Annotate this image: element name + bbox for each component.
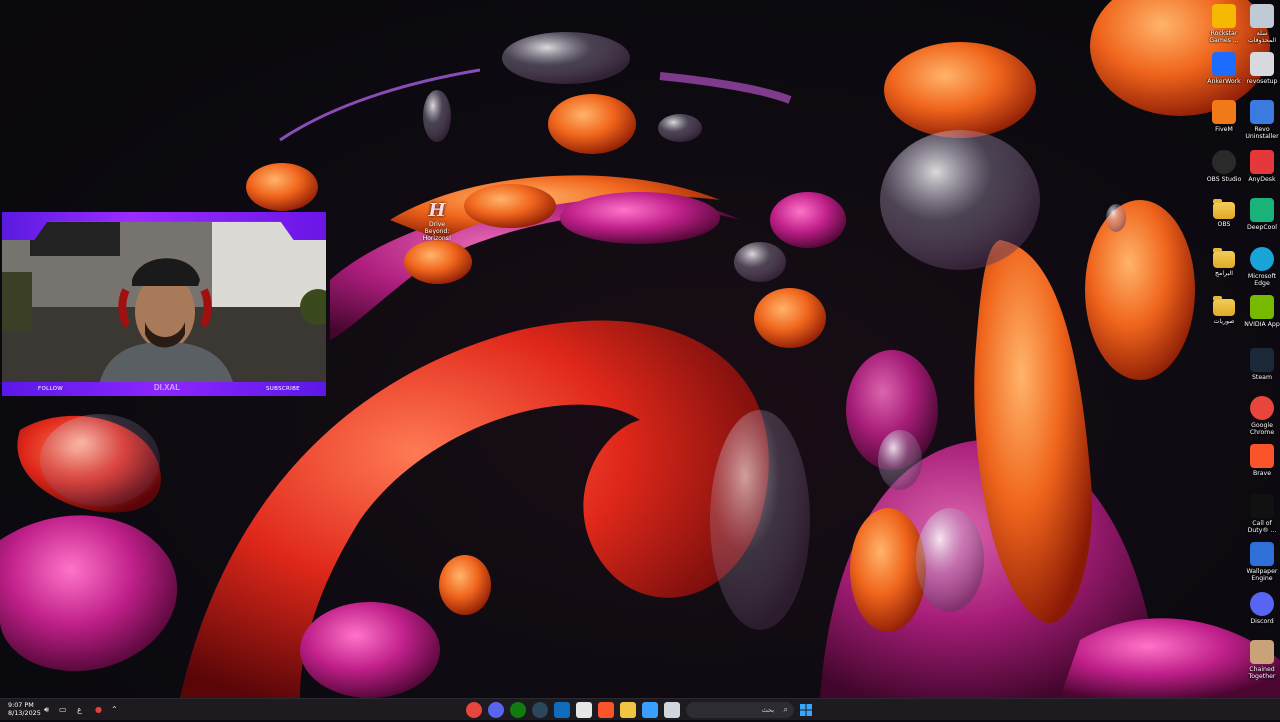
- desktop-icon-deepcool[interactable]: DeepCool: [1242, 198, 1280, 250]
- desktop-icon-label: AnkerWork: [1207, 78, 1241, 85]
- folder-icon: [1213, 296, 1235, 316]
- desktop-icon-label: سلة المحذوفات: [1247, 30, 1277, 44]
- desktop-icon-ankerwork[interactable]: AnkerWork: [1204, 52, 1244, 104]
- desktop-icon-label: Discord: [1250, 618, 1274, 625]
- desktop-icon-label: Wallpaper Engine: [1246, 568, 1278, 582]
- taskbar-steam-icon[interactable]: [532, 702, 548, 718]
- desktop-icon-nvidia[interactable]: NVIDIA App: [1242, 295, 1280, 347]
- desktop-icon-discord[interactable]: Discord: [1242, 592, 1280, 644]
- network-icon[interactable]: ▭: [59, 702, 67, 718]
- taskbar-file-explorer-icon[interactable]: [620, 702, 636, 718]
- desktop: H Drive Beyond: Horizons! Rockstar Games…: [0, 0, 1280, 698]
- desktop-icon-label: صوريات: [1213, 318, 1235, 325]
- hidden-icons-chevron-icon[interactable]: ⌃: [111, 702, 118, 718]
- desktop-icon-label: Microsoft Edge: [1247, 273, 1277, 287]
- desktop-icon-label: AnyDesk: [1248, 176, 1276, 183]
- clock-time: 9:07 PM: [8, 701, 34, 709]
- desktop-icon-chrome[interactable]: Google Chrome: [1242, 396, 1280, 448]
- desktop-icon-label: FiveM: [1215, 126, 1233, 133]
- revo-uninstaller-icon: [1250, 100, 1274, 124]
- fivem-icon: [1212, 100, 1236, 124]
- desktop-icon-obs[interactable]: OBS Studio: [1204, 150, 1244, 202]
- taskbar-discord-icon[interactable]: [488, 702, 504, 718]
- desktop-icon-folder[interactable]: البرامج: [1204, 247, 1244, 299]
- desktop-icon-revo-setup[interactable]: revosetup: [1242, 52, 1280, 104]
- taskbar-chrome-icon[interactable]: [466, 702, 482, 718]
- anydesk-icon: [1250, 150, 1274, 174]
- windows-logo-icon: [800, 704, 812, 716]
- taskbar-calendar-icon[interactable]: [576, 702, 592, 718]
- desktop-icon-steam[interactable]: Steam: [1242, 348, 1280, 400]
- desktop-icon-label: NVIDIA App: [1244, 321, 1280, 328]
- deepcool-icon: [1250, 198, 1274, 222]
- desktop-icon-recycle-bin[interactable]: سلة المحذوفات: [1242, 4, 1280, 56]
- desktop-icon-edge[interactable]: Microsoft Edge: [1242, 247, 1280, 299]
- desktop-icon-wallpaper-engine[interactable]: Wallpaper Engine: [1242, 542, 1280, 594]
- streamer-name: DI.XAL: [153, 383, 181, 392]
- folder-icon: [1213, 248, 1235, 268]
- game-shortcut-label: Drive Beyond: Horizons!: [422, 221, 452, 242]
- search-box[interactable]: بحث ⌕: [686, 702, 794, 718]
- desktop-icon-brave[interactable]: Brave: [1242, 444, 1280, 496]
- taskbar-brave-icon[interactable]: [598, 702, 614, 718]
- desktop-icon-label: DeepCool: [1247, 224, 1277, 231]
- desktop-icon-anydesk[interactable]: AnyDesk: [1242, 150, 1280, 202]
- desktop-icon-folder[interactable]: OBS: [1204, 198, 1244, 250]
- desktop-icon-label: Brave: [1252, 470, 1272, 477]
- nvidia-icon: [1250, 295, 1274, 319]
- taskbar-notepad-icon[interactable]: [664, 702, 680, 718]
- game-shortcut[interactable]: H Drive Beyond: Horizons!: [416, 200, 458, 242]
- desktop-icon-label: Call of Duty® ...: [1247, 520, 1277, 534]
- desktop-icon-label: OBS Studio: [1206, 176, 1242, 183]
- desktop-icon-call-of-duty[interactable]: Call of Duty® ...: [1242, 494, 1280, 546]
- call-of-duty-icon: [1250, 494, 1274, 518]
- clock-date: 8/13/2025: [8, 709, 41, 717]
- desktop-icon-fivem[interactable]: FiveM: [1204, 100, 1244, 152]
- desktop-icon-folder[interactable]: صوريات: [1204, 295, 1244, 347]
- game-logo-icon: H: [428, 200, 446, 221]
- desktop-icon-label: البرامج: [1215, 270, 1233, 277]
- folder-icon: [1213, 199, 1235, 219]
- desktop-icon-revo-uninstaller[interactable]: Revo Uninstaller: [1242, 100, 1280, 152]
- taskbar: 9:07 PM 8/13/2025 🔊︎ ▭ ع ● ⌃ بحث ⌕: [0, 698, 1280, 720]
- chrome-icon: [1250, 396, 1274, 420]
- obs-icon: [1212, 150, 1236, 174]
- chained-together-icon: [1250, 640, 1274, 664]
- taskbar-xbox-icon[interactable]: [510, 702, 526, 718]
- brave-icon: [1250, 444, 1274, 468]
- wallpaper-engine-icon: [1250, 542, 1274, 566]
- desktop-icon-label: Rockstar Games ...: [1209, 30, 1239, 44]
- language-indicator[interactable]: ع: [77, 702, 82, 718]
- follow-button: FOLLOW: [38, 386, 63, 392]
- desktop-icon-label: Google Chrome: [1249, 422, 1275, 436]
- desktop-icon-label: Steam: [1252, 374, 1272, 381]
- recycle-bin-icon: [1250, 4, 1274, 28]
- taskbar-outlook-icon[interactable]: [554, 702, 570, 718]
- desktop-icon-rockstar[interactable]: Rockstar Games ...: [1204, 4, 1244, 56]
- webcam-overlay: FOLLOW DI.XAL SUBSCRIBE: [2, 212, 326, 396]
- webcam-video-image: [2, 212, 326, 396]
- desktop-icon-chained-together[interactable]: Chained Together: [1242, 640, 1280, 692]
- search-icon: ⌕: [783, 705, 788, 714]
- desktop-icon-label: Chained Together: [1248, 666, 1276, 680]
- revo-setup-icon: [1250, 52, 1274, 76]
- search-placeholder: بحث: [761, 706, 774, 714]
- webcam-feed: [2, 212, 326, 396]
- rockstar-icon: [1212, 4, 1236, 28]
- microphone-icon[interactable]: ●: [95, 702, 102, 718]
- desktop-icon-label: revosetup: [1246, 78, 1278, 85]
- edge-icon: [1250, 247, 1274, 271]
- steam-icon: [1250, 348, 1274, 372]
- discord-icon: [1250, 592, 1274, 616]
- desktop-icon-label: OBS: [1217, 221, 1231, 228]
- start-button[interactable]: [798, 702, 814, 718]
- system-clock[interactable]: 9:07 PM 8/13/2025: [8, 701, 41, 717]
- ankerwork-icon: [1212, 52, 1236, 76]
- desktop-icon-label: Revo Uninstaller: [1245, 126, 1279, 140]
- volume-icon[interactable]: 🔊︎: [44, 702, 49, 718]
- taskbar-copilot-icon[interactable]: [642, 702, 658, 718]
- subscribe-button: SUBSCRIBE: [266, 386, 300, 392]
